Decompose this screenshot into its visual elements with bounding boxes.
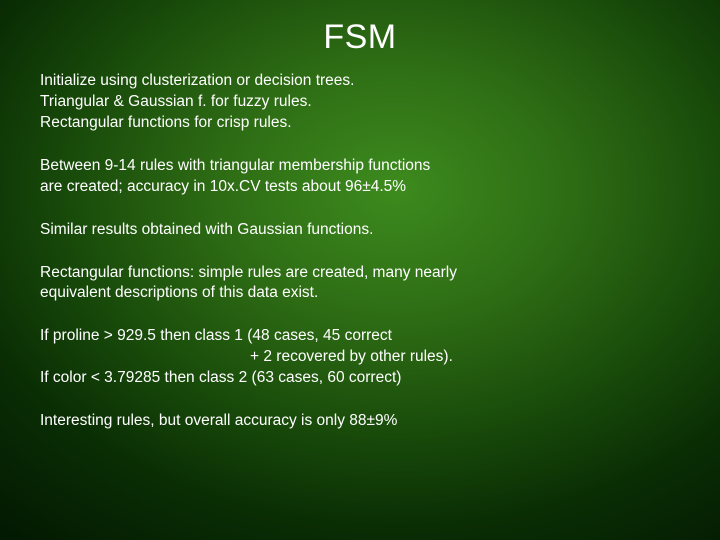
text-line: Triangular & Gaussian f. for fuzzy rules… [40, 92, 680, 113]
text-line: Rectangular functions for crisp rules. [40, 113, 680, 134]
text-line: Similar results obtained with Gaussian f… [40, 220, 680, 241]
slide: FSM Initialize using clusterization or d… [0, 0, 720, 540]
text-line: Interesting rules, but overall accuracy … [40, 411, 680, 432]
slide-title: FSM [40, 18, 680, 57]
text-line: Initialize using clusterization or decis… [40, 71, 680, 92]
paragraph-rules: If proline > 929.5 then class 1 (48 case… [40, 326, 680, 389]
paragraph-rectangular: Rectangular functions: simple rules are … [40, 263, 680, 305]
text-line: If proline > 929.5 then class 1 (48 case… [40, 326, 680, 347]
text-line: are created; accuracy in 10x.CV tests ab… [40, 177, 680, 198]
text-line: equivalent descriptions of this data exi… [40, 283, 680, 304]
paragraph-triangular: Between 9-14 rules with triangular membe… [40, 156, 680, 198]
text-line: Between 9-14 rules with triangular membe… [40, 156, 680, 177]
paragraph-intro: Initialize using clusterization or decis… [40, 71, 680, 134]
text-line: + 2 recovered by other rules). [250, 347, 680, 368]
text-line: Rectangular functions: simple rules are … [40, 263, 680, 284]
paragraph-gaussian: Similar results obtained with Gaussian f… [40, 220, 680, 241]
text-line: If color < 3.79285 then class 2 (63 case… [40, 368, 680, 389]
paragraph-conclusion: Interesting rules, but overall accuracy … [40, 411, 680, 432]
